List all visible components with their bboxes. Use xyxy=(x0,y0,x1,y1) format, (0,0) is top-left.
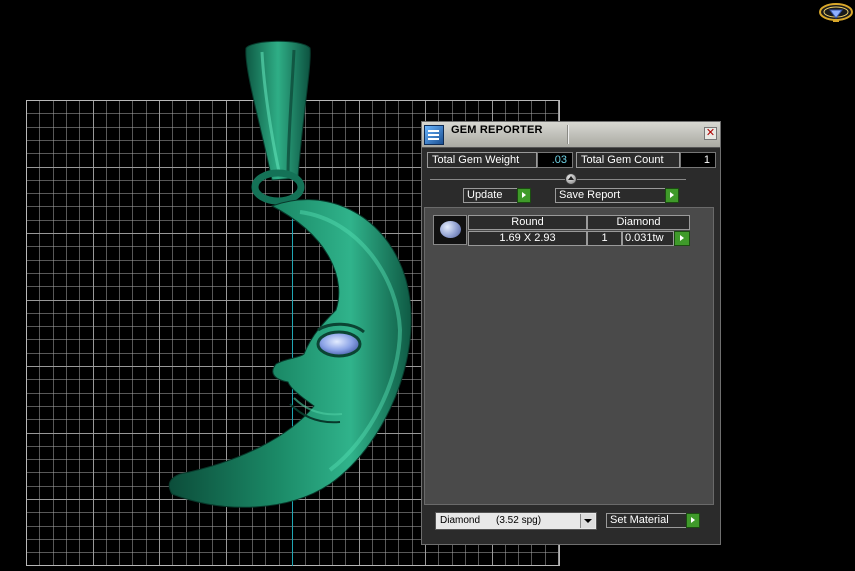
gem-list[interactable]: Round Diamond 1.69 X 2.93 1 0.031tw xyxy=(424,207,714,505)
pendant-bail xyxy=(245,40,311,181)
title-separator xyxy=(567,125,568,144)
gem-logo-icon xyxy=(819,3,853,22)
gem-reporter-panel[interactable]: GEM REPORTER ✕ Total Gem Weight .03 Tota… xyxy=(421,121,721,545)
total-gem-count-value: 1 xyxy=(680,152,716,168)
gem-weight: 0.031tw xyxy=(622,231,674,246)
update-button-label: Update xyxy=(467,189,503,201)
material-specific-gravity: (3.52 spg) xyxy=(496,515,542,526)
moon-eye-gem xyxy=(316,330,362,358)
material-name: Diamond xyxy=(440,515,481,526)
divider-line xyxy=(430,179,686,180)
gem-reporter-icon xyxy=(424,125,444,145)
chevron-down-icon[interactable] xyxy=(580,514,595,528)
set-material-button-label: Set Material xyxy=(610,514,669,526)
title-bar[interactable]: GEM REPORTER ✕ xyxy=(422,122,720,148)
play-arrow-icon xyxy=(517,188,531,203)
moon-pendant[interactable] xyxy=(168,40,412,508)
collapse-handle-icon[interactable] xyxy=(565,173,577,185)
close-icon[interactable]: ✕ xyxy=(704,127,717,140)
play-arrow-icon xyxy=(665,188,679,203)
save-report-button[interactable]: Save Report xyxy=(555,188,679,203)
play-arrow-icon xyxy=(686,513,700,528)
total-gem-weight-label: Total Gem Weight xyxy=(427,152,537,168)
set-material-button[interactable]: Set Material xyxy=(606,513,700,528)
material-dropdown[interactable]: Diamond (3.52 spg) xyxy=(435,512,597,530)
save-report-button-label: Save Report xyxy=(559,189,621,201)
gem-material-header: Diamond xyxy=(587,215,690,230)
panel-title: GEM REPORTER xyxy=(451,124,543,136)
update-button[interactable]: Update xyxy=(463,188,531,203)
gem-count: 1 xyxy=(587,231,622,246)
round-gem-icon[interactable] xyxy=(433,215,467,245)
gem-size: 1.69 X 2.93 xyxy=(468,231,587,246)
play-arrow-icon[interactable] xyxy=(674,231,690,246)
gem-shape-header: Round xyxy=(468,215,587,230)
total-gem-count-label: Total Gem Count xyxy=(576,152,680,168)
total-gem-weight-value: .03 xyxy=(537,152,573,168)
